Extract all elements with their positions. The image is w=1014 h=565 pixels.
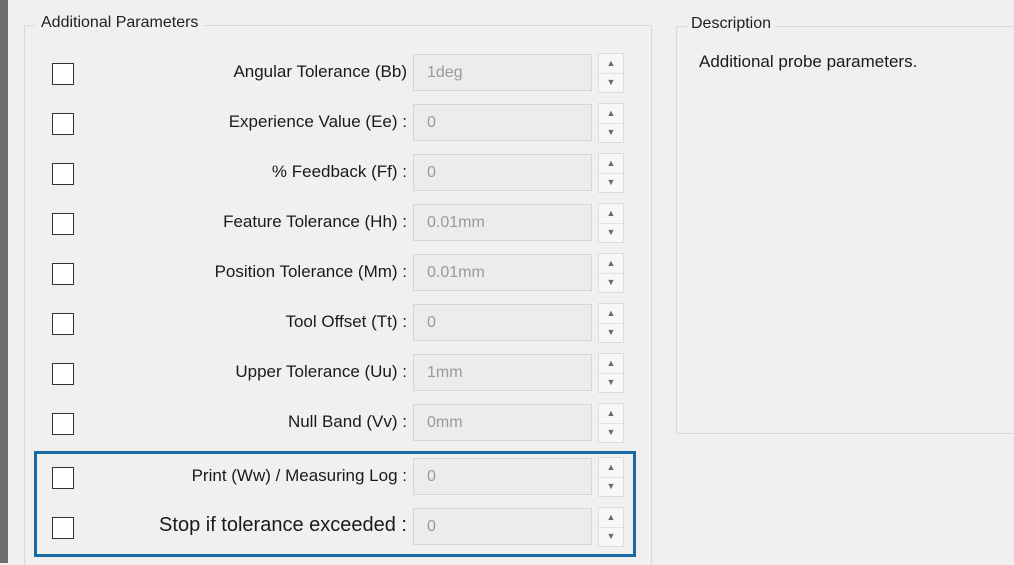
null-band-field[interactable]: 0mm [413, 404, 592, 441]
caret-down-icon[interactable]: ▼ [599, 223, 623, 242]
position-tolerance-label: Position Tolerance (Mm) : [214, 262, 407, 281]
caret-up-icon[interactable]: ▲ [599, 204, 623, 224]
highlight-box [34, 451, 636, 557]
caret-down-icon[interactable]: ▼ [599, 123, 623, 142]
upper-tolerance-field[interactable]: 1mm [413, 354, 592, 391]
feedback-field[interactable]: 0 [413, 154, 592, 191]
caret-down-icon[interactable]: ▼ [599, 273, 623, 292]
caret-down-icon[interactable]: ▼ [599, 373, 623, 392]
param-row-experience-value: Experience Value (Ee) : 0 ▲ ▼ [0, 100, 1014, 150]
tool-offset-spinner[interactable]: ▲ ▼ [598, 303, 624, 343]
angular-tolerance-spinner[interactable]: ▲ ▼ [598, 53, 624, 93]
param-row-feature-tolerance: Feature Tolerance (Hh) : 0.01mm ▲ ▼ [0, 200, 1014, 250]
caret-up-icon[interactable]: ▲ [599, 354, 623, 374]
feedback-label: % Feedback (Ff) : [271, 162, 407, 181]
feature-tolerance-label: Feature Tolerance (Hh) : [223, 212, 407, 231]
angular-tolerance-label: Angular Tolerance (Bb) [233, 62, 407, 81]
caret-up-icon[interactable]: ▲ [599, 154, 623, 174]
experience-value-checkbox[interactable] [52, 113, 74, 135]
angular-tolerance-checkbox[interactable] [52, 63, 74, 85]
tool-offset-field[interactable]: 0 [413, 304, 592, 341]
caret-down-icon[interactable]: ▼ [599, 323, 623, 342]
upper-tolerance-label: Upper Tolerance (Uu) : [235, 362, 407, 381]
feature-tolerance-checkbox[interactable] [52, 213, 74, 235]
caret-up-icon[interactable]: ▲ [599, 254, 623, 274]
caret-up-icon[interactable]: ▲ [599, 104, 623, 124]
param-row-tool-offset: Tool Offset (Tt) : 0 ▲ ▼ [0, 300, 1014, 350]
position-tolerance-checkbox[interactable] [52, 263, 74, 285]
tool-offset-checkbox[interactable] [52, 313, 74, 335]
param-row-angular-tolerance: Angular Tolerance (Bb) 1deg ▲ ▼ [0, 50, 1014, 100]
experience-value-field[interactable]: 0 [413, 104, 592, 141]
param-row-position-tolerance: Position Tolerance (Mm) : 0.01mm ▲ ▼ [0, 250, 1014, 300]
caret-down-icon[interactable]: ▼ [599, 73, 623, 92]
caret-down-icon[interactable]: ▼ [599, 423, 623, 442]
angular-tolerance-field[interactable]: 1deg [413, 54, 592, 91]
description-title: Description [687, 15, 776, 33]
caret-up-icon[interactable]: ▲ [599, 54, 623, 74]
additional-parameters-title: Additional Parameters [35, 14, 205, 32]
param-row-feedback: % Feedback (Ff) : 0 ▲ ▼ [0, 150, 1014, 200]
null-band-checkbox[interactable] [52, 413, 74, 435]
null-band-spinner[interactable]: ▲ ▼ [598, 403, 624, 443]
experience-value-label: Experience Value (Ee) : [228, 112, 407, 131]
position-tolerance-spinner[interactable]: ▲ ▼ [598, 253, 624, 293]
upper-tolerance-checkbox[interactable] [52, 363, 74, 385]
feature-tolerance-field[interactable]: 0.01mm [413, 204, 592, 241]
feedback-checkbox[interactable] [52, 163, 74, 185]
caret-up-icon[interactable]: ▲ [599, 304, 623, 324]
feature-tolerance-spinner[interactable]: ▲ ▼ [598, 203, 624, 243]
param-row-null-band: Null Band (Vv) : 0mm ▲ ▼ [0, 400, 1014, 450]
caret-up-icon[interactable]: ▲ [599, 404, 623, 424]
position-tolerance-field[interactable]: 0.01mm [413, 254, 592, 291]
tool-offset-label: Tool Offset (Tt) : [285, 312, 407, 331]
param-row-upper-tolerance: Upper Tolerance (Uu) : 1mm ▲ ▼ [0, 350, 1014, 400]
feedback-spinner[interactable]: ▲ ▼ [598, 153, 624, 193]
experience-value-spinner[interactable]: ▲ ▼ [598, 103, 624, 143]
null-band-label: Null Band (Vv) : [287, 412, 407, 431]
upper-tolerance-spinner[interactable]: ▲ ▼ [598, 353, 624, 393]
caret-down-icon[interactable]: ▼ [599, 173, 623, 192]
